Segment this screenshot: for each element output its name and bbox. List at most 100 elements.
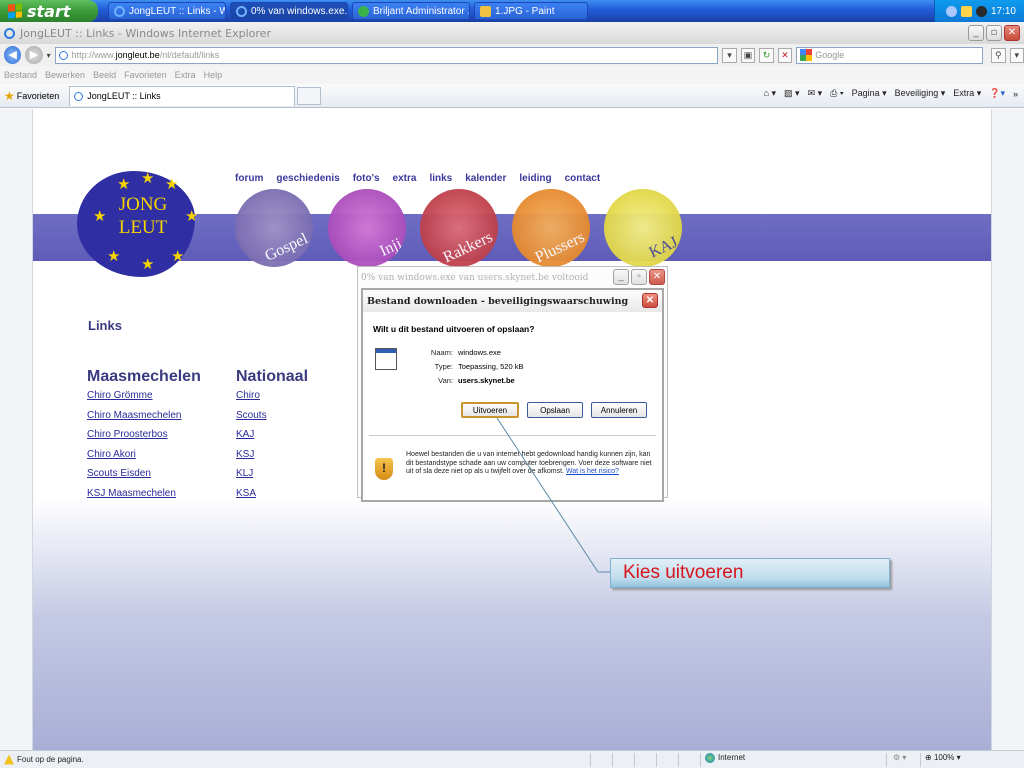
nav-geschiedenis[interactable]: geschiedenis [276, 173, 339, 184]
menu-help[interactable]: Help [200, 70, 227, 80]
menu-bar: Bestand Bewerken Beeld Favorieten Extra … [0, 66, 1024, 84]
google-icon [800, 49, 813, 61]
dialog-title: Bestand downloaden - beveiligingswaarsch… [367, 295, 629, 307]
cancel-button[interactable]: Annuleren [591, 402, 647, 418]
list-item: Chiro Akori [87, 449, 182, 469]
ie-icon [114, 5, 125, 17]
error-warning-icon[interactable] [4, 754, 14, 765]
link-chiro[interactable]: Chiro [236, 390, 260, 401]
stop-button[interactable]: ✕ [777, 47, 793, 63]
help-icon[interactable]: ❓▾ [989, 88, 1005, 99]
nav-leiding[interactable]: leiding [519, 173, 551, 184]
logo-line1: JONG [118, 194, 168, 215]
column-heading-nationaal: Nationaal [236, 368, 309, 385]
new-tab-button[interactable] [297, 86, 322, 105]
menu-extra[interactable]: Extra [171, 70, 200, 80]
nav-fotos[interactable]: foto's [353, 173, 380, 184]
status-message[interactable]: Fout op de pagina. [17, 755, 84, 764]
file-name: windows.exe [458, 348, 501, 357]
risk-info-link[interactable]: Wat is het risico? [566, 468, 619, 475]
link-klj[interactable]: KLJ [236, 468, 253, 479]
group-circle-inji[interactable]: Inji [328, 189, 406, 267]
taskbar-item-paint[interactable]: 1.JPG - Paint [474, 2, 588, 20]
save-button[interactable]: Opslaan [527, 402, 583, 418]
search-input[interactable]: Google [796, 46, 984, 64]
security-zone[interactable]: Internet [700, 753, 745, 767]
nav-kalender[interactable]: kalender [465, 173, 506, 184]
group-circle-plussers[interactable]: Plussers [512, 189, 590, 267]
taskbar-item-ie-links[interactable]: JongLEUT :: Links - W... [108, 2, 226, 20]
group-circle-kaj[interactable]: KAJ [604, 189, 682, 267]
maximize-button[interactable]: ▫ [986, 25, 1002, 41]
favorites-bar: ★ Favorieten JongLEUT :: Links ⌂ ▾ ▧ ▾ ✉… [0, 84, 1024, 108]
search-placeholder: Google [815, 50, 845, 60]
dialog-divider [369, 435, 656, 436]
address-dropdown-button[interactable]: ▾ [722, 47, 737, 63]
feeds-icon[interactable]: ▧ ▾ [784, 88, 800, 99]
zone-label: Internet [718, 753, 746, 763]
link-ksj[interactable]: KSJ [236, 449, 254, 460]
file-name-row: Naam: windows.exe [430, 348, 501, 357]
group-circle-rakkers[interactable]: Rakkers [420, 189, 498, 267]
compatibility-icon[interactable]: ▣ [740, 47, 756, 63]
close-window-button[interactable]: ✕ [1004, 25, 1020, 41]
dialog-close-button[interactable]: ✕ [642, 293, 658, 308]
tab-jongleut-links[interactable]: JongLEUT :: Links [69, 85, 296, 106]
nav-extra[interactable]: extra [393, 173, 417, 184]
site-logo[interactable]: ★ ★ ★ ★ ★ ★ ★ ★ JONG LEUT [65, 155, 205, 285]
history-dropdown-icon[interactable]: ▾ [47, 51, 51, 60]
link-kaj[interactable]: KAJ [236, 429, 254, 440]
link-chiro-maasmechelen[interactable]: Chiro Maasmechelen [87, 410, 182, 421]
nav-links[interactable]: links [429, 173, 452, 184]
link-ksj-maasmechelen[interactable]: KSJ Maasmechelen [87, 488, 176, 499]
run-button[interactable]: Uitvoeren [461, 402, 519, 418]
tray-bluetooth-icon[interactable] [975, 5, 987, 17]
print-icon[interactable]: ⎙ ▾ [830, 88, 843, 99]
group-circle-gospel[interactable]: Gospel [235, 189, 313, 267]
menu-extra-cmd[interactable]: Extra ▾ [953, 88, 981, 99]
menu-beveiliging[interactable]: Beveiliging ▾ [895, 88, 946, 99]
favorites-button[interactable]: Favorieten [17, 91, 60, 101]
progress-close-button[interactable]: ✕ [649, 269, 665, 285]
protected-mode-icon[interactable]: ⚙ ▾ [886, 753, 906, 767]
url-input[interactable]: http://www.jongleut.be/nl/default/links [54, 46, 719, 64]
ie-icon [236, 5, 247, 17]
home-icon[interactable]: ⌂ ▾ [764, 88, 776, 99]
menu-favorieten[interactable]: Favorieten [120, 70, 171, 80]
link-scouts-eisden[interactable]: Scouts Eisden [87, 468, 151, 479]
download-security-dialog: Bestand downloaden - beveiligingswaarsch… [361, 288, 664, 502]
link-ksa[interactable]: KSA [236, 488, 256, 499]
zoom-icon: ⊕ [925, 753, 932, 762]
list-item: KSJ Maasmechelen [87, 488, 182, 508]
nav-contact[interactable]: contact [565, 173, 601, 184]
security-shield-icon: ! [375, 458, 393, 480]
chevron-more-icon[interactable]: » [1013, 89, 1018, 99]
progress-maximize-button[interactable]: ▫ [631, 269, 647, 285]
start-button[interactable]: start [0, 0, 98, 22]
tray-app-icon[interactable] [960, 5, 972, 17]
taskbar-item-briljant[interactable]: Briljant Administrator ... [352, 2, 470, 20]
list-item: KLJ [236, 468, 267, 488]
menu-pagina[interactable]: Pagina ▾ [852, 88, 887, 99]
minimize-button[interactable]: _ [968, 25, 984, 41]
search-button[interactable]: ⚲ [991, 47, 1006, 63]
menu-bestand[interactable]: Bestand [0, 70, 41, 80]
progress-minimize-button[interactable]: _ [613, 269, 629, 285]
mail-icon[interactable]: ✉ ▾ [808, 88, 823, 99]
link-chiro-proosterbos[interactable]: Chiro Proosterbos [87, 429, 168, 440]
link-chiro-akori[interactable]: Chiro Akori [87, 449, 136, 460]
search-options-button[interactable]: ▾ [1009, 47, 1024, 63]
nav-forum[interactable]: forum [235, 173, 263, 184]
link-scouts[interactable]: Scouts [236, 410, 267, 421]
menu-bewerken[interactable]: Bewerken [41, 70, 89, 80]
back-button[interactable]: ◀ [4, 46, 22, 64]
zoom-control[interactable]: ⊕ 100% ▾ [920, 753, 961, 767]
menu-beeld[interactable]: Beeld [89, 70, 120, 80]
link-chiro-gromme[interactable]: Chiro Grömme [87, 390, 153, 401]
forward-button[interactable]: ▶ [25, 46, 43, 64]
address-bar: ◀ ▶ ▾ http://www.jongleut.be/nl/default/… [0, 44, 1024, 66]
tray-network-icon[interactable] [945, 5, 957, 17]
zoom-level: 100% [933, 753, 955, 762]
taskbar-item-download[interactable]: 0% van windows.exe... [230, 2, 348, 20]
refresh-button[interactable]: ↻ [759, 47, 774, 63]
